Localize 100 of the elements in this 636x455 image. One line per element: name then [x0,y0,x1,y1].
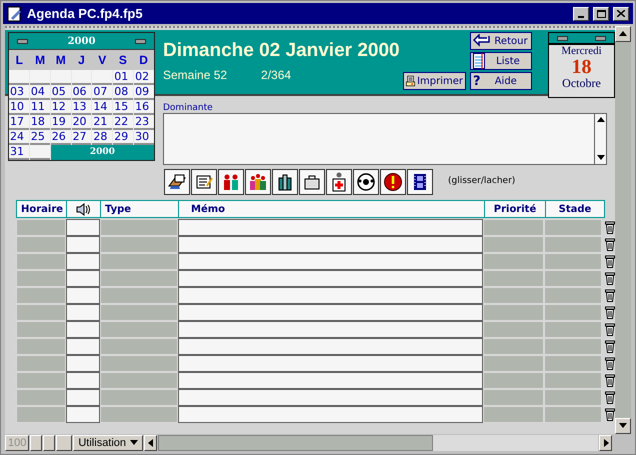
trash-icon[interactable] [605,357,615,370]
close-button[interactable] [613,6,629,20]
previous-year-button[interactable] [17,38,28,44]
memo-field[interactable] [178,236,484,253]
trash-icon[interactable] [605,255,615,268]
day-of-year: 2/364 [261,67,292,84]
trash-icon[interactable] [605,323,615,336]
trash-icon[interactable] [605,238,615,251]
calendar-day[interactable]: 18 [30,115,50,130]
memo-field[interactable] [178,406,484,423]
drag-item-button[interactable] [191,169,217,195]
memo-field[interactable] [178,321,484,338]
list-button[interactable]: Liste [470,52,532,70]
vertical-scrollbar[interactable] [594,114,606,164]
trash-icon[interactable] [605,391,615,404]
column-header[interactable]: Mémo [183,202,226,216]
calendar-day[interactable]: 12 [50,100,71,115]
calendar-day[interactable]: 11 [30,100,50,115]
calendar-day[interactable]: 23 [134,115,154,130]
calendar-day[interactable]: 19 [50,115,71,130]
calendar-day[interactable]: 29 [113,130,134,145]
scroll-down-button[interactable] [615,418,631,434]
layout-toggle-button[interactable] [56,435,72,451]
drag-item-button[interactable] [299,169,325,195]
drag-item-button[interactable] [380,169,406,195]
calendar-day[interactable]: 17 [9,115,29,130]
calendar-day[interactable]: 05 [50,85,71,100]
drag-item-button[interactable] [218,169,244,195]
table-cell [16,236,66,253]
maximize-button[interactable] [593,6,609,20]
table-cell [544,219,602,236]
calendar-day[interactable]: 10 [9,100,29,115]
drag-item-button[interactable] [353,169,379,195]
arrow-right-icon [602,439,610,447]
memo-field[interactable] [178,355,484,372]
memo-field[interactable] [178,389,484,406]
vertical-scrollbar[interactable] [615,26,631,434]
drag-item-button[interactable] [164,169,190,195]
trash-icon[interactable] [605,408,615,421]
memo-field[interactable] [178,304,484,321]
column-header[interactable]: Stade [558,202,592,216]
scroll-right-button[interactable] [599,435,612,451]
calendar-day[interactable]: 31 [9,145,29,160]
calendar-day[interactable]: 22 [113,115,134,130]
trash-icon[interactable] [605,272,615,285]
horizontal-scrollbar[interactable] [158,435,598,451]
minimize-button[interactable] [573,6,589,20]
calendar-footer[interactable]: 2000 [50,145,154,160]
calendar-day[interactable]: 09 [134,85,154,100]
calendar-day[interactable]: 13 [72,100,92,115]
scroll-up-button[interactable] [615,26,631,42]
help-button[interactable]: ? Aide [470,72,532,90]
table-cell [16,304,66,321]
memo-field[interactable] [178,270,484,287]
calendar-day[interactable]: 08 [113,85,134,100]
calendar-day[interactable]: 27 [72,130,92,145]
calendar-day[interactable]: 30 [134,130,154,145]
calendar-day[interactable]: 25 [30,130,50,145]
drag-item-button[interactable] [272,169,298,195]
zoom-out-button[interactable] [30,435,42,451]
memo-field[interactable] [178,338,484,355]
calendar-day[interactable]: 07 [92,85,112,100]
mode-dropdown[interactable]: Utilisation [73,435,144,451]
memo-field[interactable] [178,287,484,304]
arrow-up-icon [619,30,627,38]
column-header[interactable]: Horaire [21,202,64,216]
calendar-day[interactable]: 20 [72,115,92,130]
calendar-day[interactable]: 03 [9,85,29,100]
memo-field[interactable] [178,372,484,389]
drag-item-button[interactable] [245,169,271,195]
print-button[interactable]: Imprimer [403,72,466,90]
trash-icon[interactable] [605,340,615,353]
next-year-button[interactable] [135,38,146,44]
drag-item-button[interactable] [326,169,352,195]
drag-item-button[interactable] [407,169,433,195]
trash-icon[interactable] [605,374,615,387]
calendar-day[interactable]: 02 [134,70,154,85]
trash-icon[interactable] [605,306,615,319]
calendar-day[interactable]: 28 [92,130,112,145]
calendar-day[interactable]: 01 [113,70,134,85]
scroll-down-icon [596,154,604,162]
calendar-day[interactable]: 16 [134,100,154,115]
dominante-field[interactable] [163,113,607,165]
calendar-day[interactable]: 14 [92,100,112,115]
column-header[interactable]: Type [105,202,132,216]
calendar-day[interactable]: 26 [50,130,71,145]
calendar-day[interactable]: 04 [30,85,50,100]
column-header[interactable]: Priorité [494,202,536,216]
trash-icon[interactable] [605,221,615,234]
trash-icon[interactable] [605,289,615,302]
scroll-left-button[interactable] [144,435,158,451]
back-button[interactable]: Retour [470,32,532,50]
calendar-day[interactable]: 24 [9,130,29,145]
scroll-thumb[interactable] [158,435,434,451]
calendar-day[interactable]: 06 [72,85,92,100]
calendar-day[interactable]: 15 [113,100,134,115]
zoom-in-button[interactable] [43,435,56,451]
calendar-day[interactable]: 21 [92,115,112,130]
memo-field[interactable] [178,219,484,236]
memo-field[interactable] [178,253,484,270]
